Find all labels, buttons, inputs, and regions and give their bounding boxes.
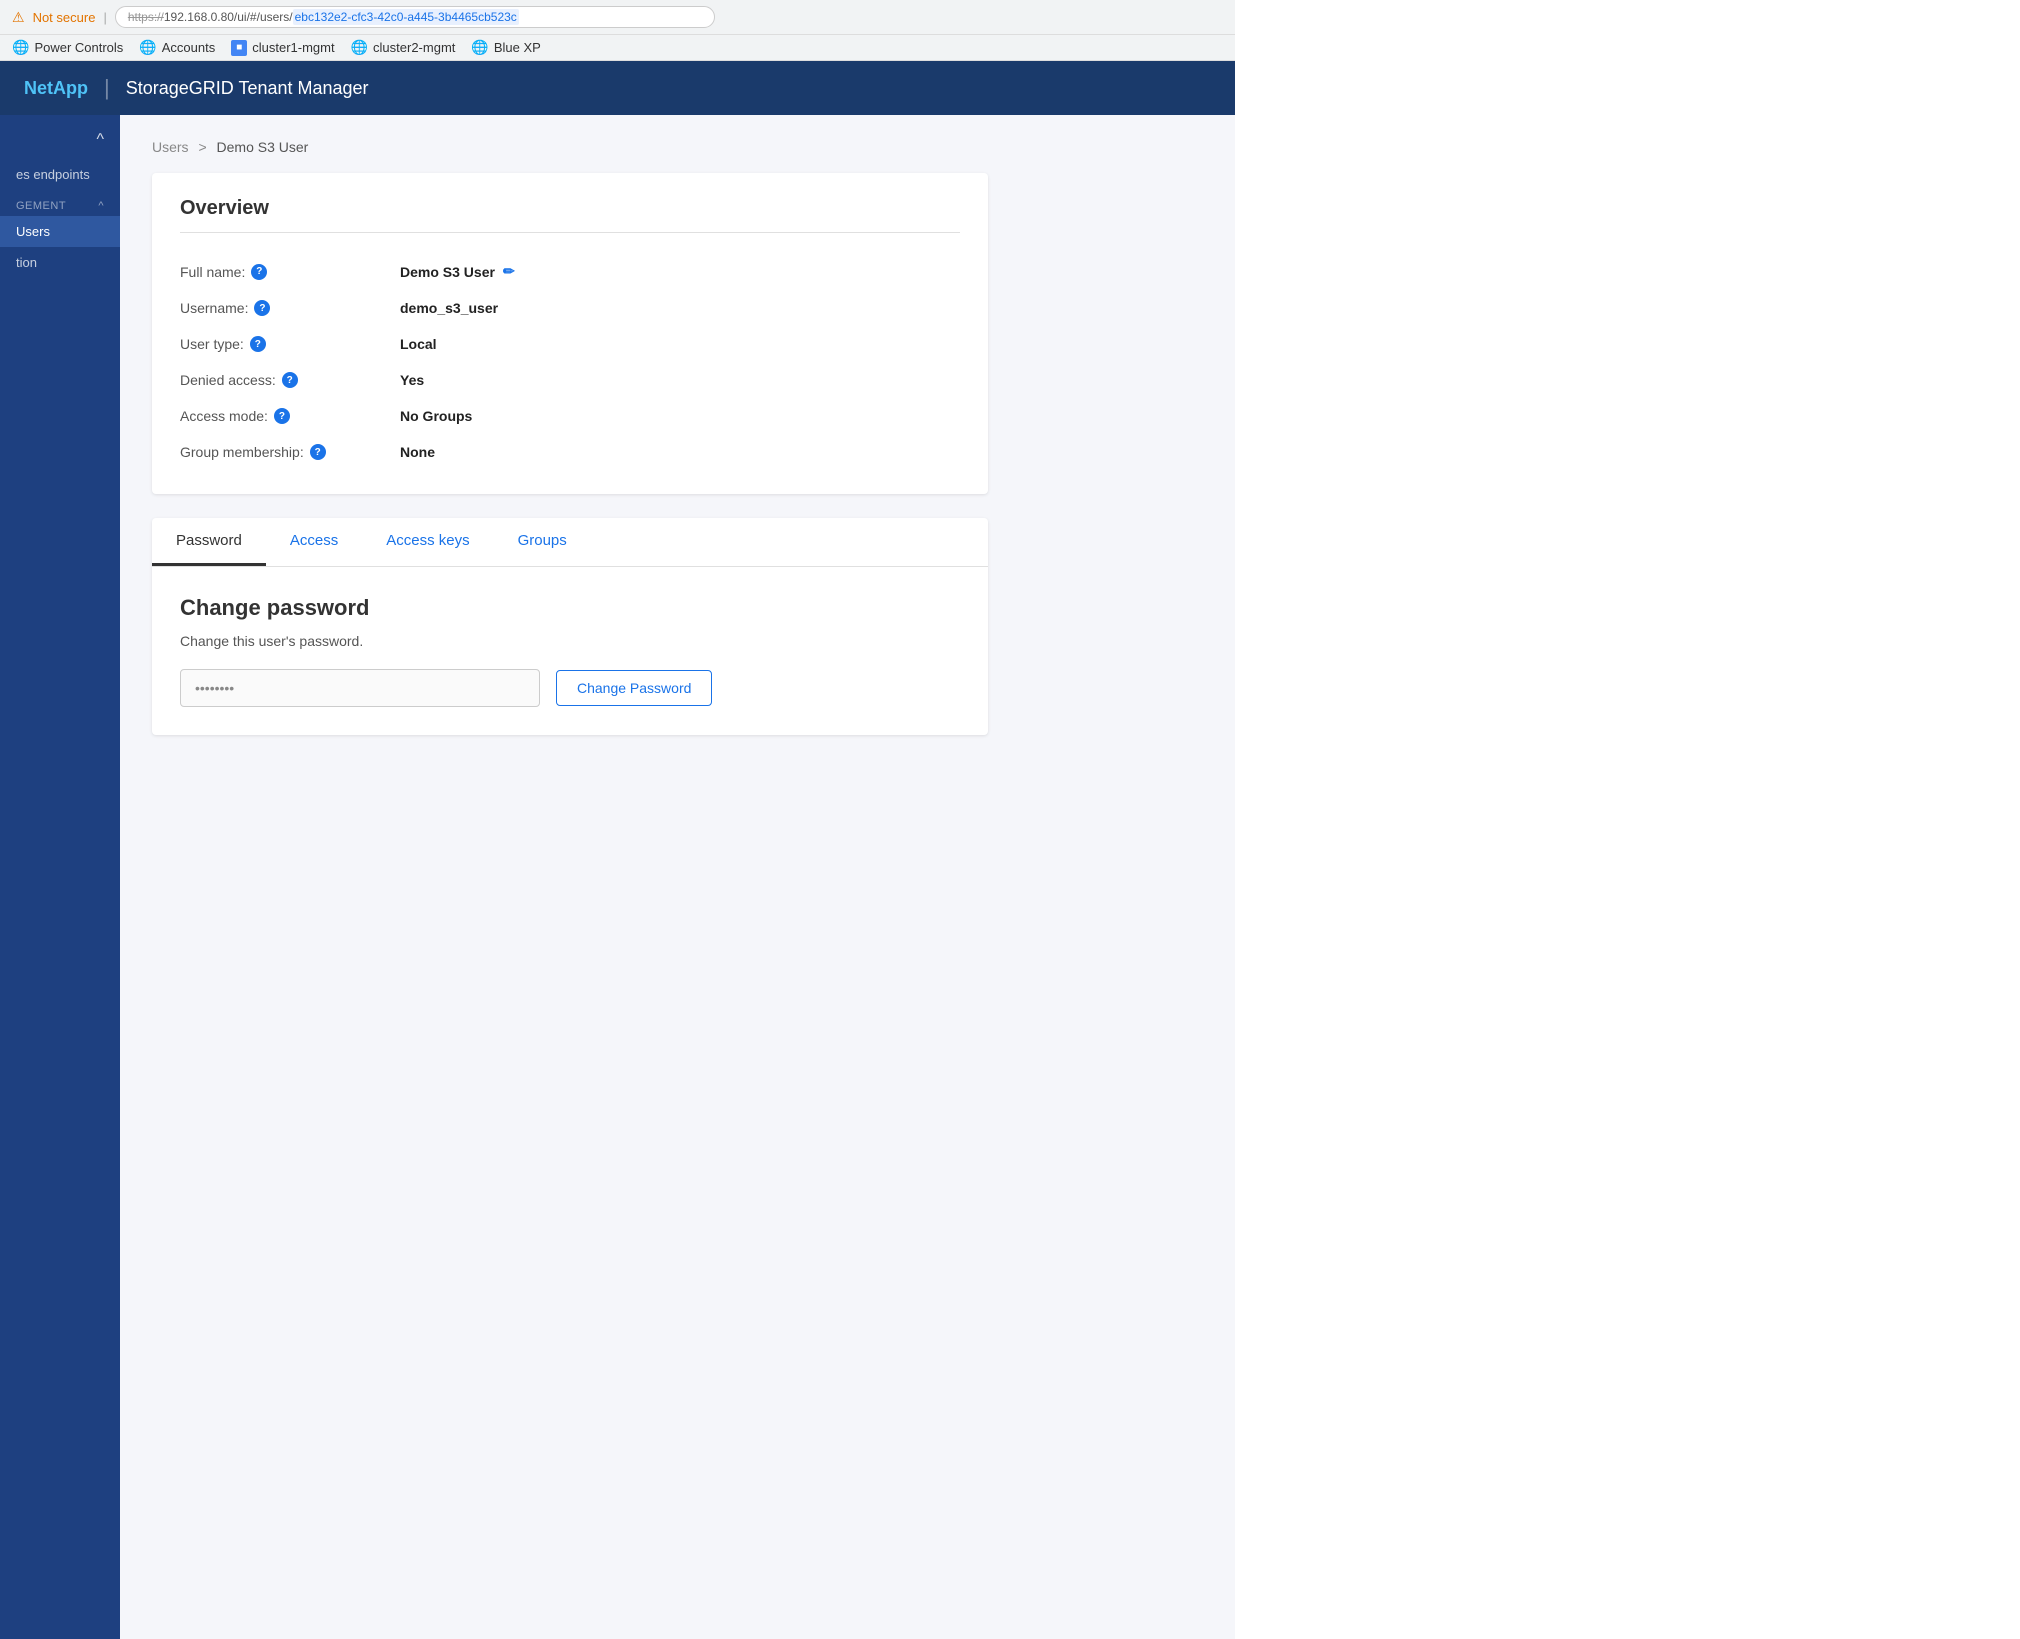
overview-value-fullname: Demo S3 User ✏ bbox=[400, 263, 515, 280]
sidebar-item-label: es endpoints bbox=[16, 167, 90, 182]
overview-title: Overview bbox=[180, 197, 960, 233]
password-tab-content: Change password Change this user's passw… bbox=[152, 567, 988, 735]
tab-password[interactable]: Password bbox=[152, 518, 266, 566]
header-divider: | bbox=[104, 75, 110, 101]
bookmark-label: Power Controls bbox=[34, 40, 123, 55]
main-content: Users > Demo S3 User Overview Full name:… bbox=[120, 115, 1235, 1639]
overview-value-username: demo_s3_user bbox=[400, 300, 498, 316]
main-layout: ^ es endpoints GEMENT ^ Users tion Users… bbox=[0, 115, 1235, 1639]
tab-access[interactable]: Access bbox=[266, 518, 362, 566]
bookmark-power-controls[interactable]: 🌐 Power Controls bbox=[12, 39, 123, 56]
help-icon-usertype[interactable]: ? bbox=[250, 336, 266, 352]
overview-label-usertype: User type: ? bbox=[180, 336, 400, 352]
help-icon-group-membership[interactable]: ? bbox=[310, 444, 326, 460]
overview-value-denied-access: Yes bbox=[400, 372, 424, 388]
globe-icon-blue-xp: 🌐 bbox=[471, 39, 488, 56]
change-password-button[interactable]: Change Password bbox=[556, 670, 712, 706]
help-icon-access-mode[interactable]: ? bbox=[274, 408, 290, 424]
url-prefix: https:// bbox=[128, 10, 164, 24]
bookmark-cluster1[interactable]: ■ cluster1-mgmt bbox=[231, 40, 334, 56]
bookmark-blue-xp[interactable]: 🌐 Blue XP bbox=[471, 39, 540, 56]
edit-fullname-icon[interactable]: ✏ bbox=[503, 263, 515, 280]
overview-label-username: Username: ? bbox=[180, 300, 400, 316]
globe-icon-cluster2: 🌐 bbox=[351, 39, 368, 56]
overview-value-access-mode: No Groups bbox=[400, 408, 472, 424]
password-input[interactable] bbox=[180, 669, 540, 707]
overview-row-denied-access: Denied access: ? Yes bbox=[180, 362, 960, 398]
overview-label-access-mode: Access mode: ? bbox=[180, 408, 400, 424]
sidebar-section-management: GEMENT ^ bbox=[0, 192, 120, 216]
change-password-description: Change this user's password. bbox=[180, 633, 960, 649]
bookmark-label: Blue XP bbox=[494, 40, 541, 55]
globe-icon-accounts: 🌐 bbox=[139, 39, 156, 56]
bookmarks-bar: 🌐 Power Controls 🌐 Accounts ■ cluster1-m… bbox=[0, 35, 1235, 61]
overview-label-denied-access: Denied access: ? bbox=[180, 372, 400, 388]
overview-row-username: Username: ? demo_s3_user bbox=[180, 290, 960, 326]
overview-label-fullname: Full name: ? bbox=[180, 264, 400, 280]
bookmark-label: cluster1-mgmt bbox=[252, 40, 334, 55]
breadcrumb-parent[interactable]: Users bbox=[152, 139, 189, 155]
app-header: NetApp | StorageGRID Tenant Manager bbox=[0, 61, 1235, 115]
bookmark-label: cluster2-mgmt bbox=[373, 40, 455, 55]
password-input-row: Change Password bbox=[180, 669, 960, 707]
help-icon-username[interactable]: ? bbox=[254, 300, 270, 316]
sidebar-item-users[interactable]: Users bbox=[0, 216, 120, 247]
app-title: StorageGRID Tenant Manager bbox=[126, 78, 369, 99]
overview-card: Overview Full name: ? Demo S3 User ✏ Use… bbox=[152, 173, 988, 494]
sidebar: ^ es endpoints GEMENT ^ Users tion bbox=[0, 115, 120, 1639]
url-domain: 192.168.0.80/ui/#/users/ bbox=[164, 10, 293, 24]
sidebar-item-label: tion bbox=[16, 255, 37, 270]
tab-groups[interactable]: Groups bbox=[494, 518, 591, 566]
breadcrumb-current: Demo S3 User bbox=[217, 139, 309, 155]
overview-row-usertype: User type: ? Local bbox=[180, 326, 960, 362]
url-bar[interactable]: https://192.168.0.80/ui/#/users/ebc132e2… bbox=[115, 6, 715, 28]
square-icon-cluster1: ■ bbox=[231, 40, 247, 56]
bookmark-cluster2[interactable]: 🌐 cluster2-mgmt bbox=[351, 39, 456, 56]
browser-bar: ⚠ Not secure | https://192.168.0.80/ui/#… bbox=[0, 0, 1235, 35]
change-password-title: Change password bbox=[180, 595, 960, 621]
sidebar-item-label: Users bbox=[16, 224, 50, 239]
help-icon-fullname[interactable]: ? bbox=[251, 264, 267, 280]
bookmark-accounts[interactable]: 🌐 Accounts bbox=[139, 39, 215, 56]
globe-icon-power: 🌐 bbox=[12, 39, 29, 56]
url-path: ebc132e2-cfc3-42c0-a445-3b4465cb523c bbox=[293, 9, 519, 25]
sidebar-section-label: GEMENT bbox=[16, 200, 66, 212]
tabs-container: Password Access Access keys Groups Chang… bbox=[152, 518, 988, 735]
overview-value-group-membership: None bbox=[400, 444, 435, 460]
overview-row-group-membership: Group membership: ? None bbox=[180, 434, 960, 470]
breadcrumb: Users > Demo S3 User bbox=[152, 139, 988, 155]
separator: | bbox=[103, 10, 106, 25]
overview-row-fullname: Full name: ? Demo S3 User ✏ bbox=[180, 253, 960, 290]
sidebar-item-platform-services[interactable]: es endpoints bbox=[0, 157, 120, 192]
help-icon-denied-access[interactable]: ? bbox=[282, 372, 298, 388]
app-logo: NetApp bbox=[24, 78, 88, 99]
breadcrumb-separator: > bbox=[198, 139, 210, 155]
warning-icon: ⚠ bbox=[12, 9, 25, 26]
not-secure-label: Not secure bbox=[33, 10, 96, 25]
chevron-up-icon: ^ bbox=[98, 200, 104, 212]
overview-label-group-membership: Group membership: ? bbox=[180, 444, 400, 460]
tabs-header: Password Access Access keys Groups bbox=[152, 518, 988, 567]
overview-row-access-mode: Access mode: ? No Groups bbox=[180, 398, 960, 434]
sidebar-collapse-button[interactable]: ^ bbox=[0, 123, 120, 157]
overview-value-usertype: Local bbox=[400, 336, 437, 352]
sidebar-item-tion[interactable]: tion bbox=[0, 247, 120, 278]
tab-access-keys[interactable]: Access keys bbox=[362, 518, 493, 566]
bookmark-label: Accounts bbox=[162, 40, 215, 55]
